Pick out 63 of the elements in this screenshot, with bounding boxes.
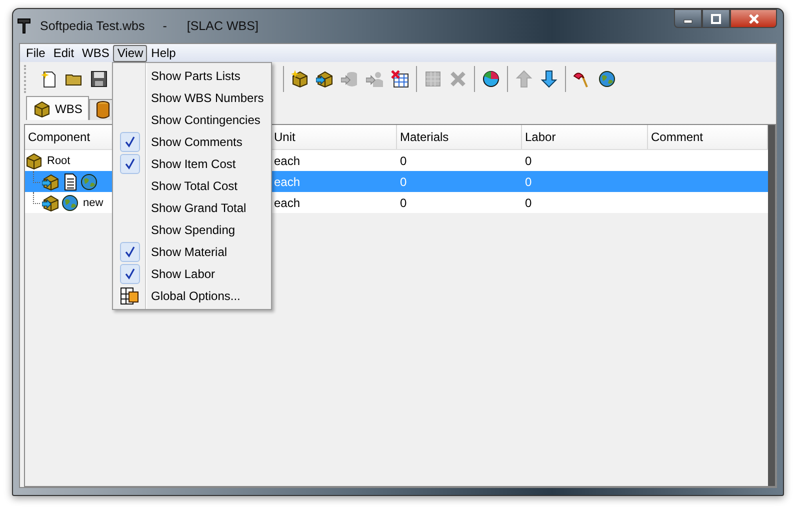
table-cell-text: 0 <box>524 194 533 212</box>
pie-chart-icon <box>482 70 500 88</box>
maximize-button[interactable] <box>702 9 730 28</box>
maximize-icon <box>710 14 722 24</box>
menu-option[interactable]: Global Options... <box>113 285 271 307</box>
title-separator: - <box>162 19 167 33</box>
table-cell-text: 0 <box>524 152 533 170</box>
tab[interactable]: WBS <box>26 96 90 120</box>
window-title: Softpedia Test.wbs <box>40 19 145 33</box>
tree-label: new <box>83 196 104 208</box>
box-icon <box>33 100 51 118</box>
table-cell-text: each <box>273 174 302 190</box>
check-mark <box>120 264 140 284</box>
box-arrow-icon <box>42 194 60 212</box>
menu-item[interactable]: WBS <box>78 44 114 62</box>
menu-option[interactable]: Show Contingencies <box>113 109 271 131</box>
up-arrow-icon <box>515 70 533 88</box>
person-arrow-icon <box>366 70 384 88</box>
table-cell-text: 0 <box>524 174 533 190</box>
scrollbar[interactable] <box>768 125 775 486</box>
flag-icon <box>573 70 591 88</box>
down-arrow-icon <box>540 70 558 88</box>
save-icon <box>90 70 108 88</box>
menu-item[interactable]: View <box>113 44 148 62</box>
new-document-icon <box>40 70 58 88</box>
box-arrow-icon <box>316 70 334 88</box>
globe-icon <box>80 172 98 190</box>
hammer-icon <box>17 18 31 34</box>
menu-option[interactable]: Show Spending <box>113 219 271 241</box>
tree-label: Root <box>47 154 70 166</box>
check-mark <box>120 242 140 262</box>
globe-icon <box>598 70 616 88</box>
column-header[interactable]: Materials <box>397 125 522 149</box>
window-subtitle: [SLAC WBS] <box>186 19 258 33</box>
close-button[interactable] <box>730 9 777 28</box>
minimize-button[interactable] <box>674 9 702 28</box>
grid-icon <box>424 70 442 88</box>
delete-icon <box>449 70 467 88</box>
table-cell-text: 0 <box>399 174 408 190</box>
table-cell-text: 0 <box>399 194 408 212</box>
table-cell-text: 0 <box>399 152 408 170</box>
check-mark <box>120 132 140 152</box>
column-header[interactable]: Labor <box>522 125 648 149</box>
menu-option[interactable]: Show Labor <box>113 263 271 285</box>
box-icon <box>291 70 309 88</box>
close-icon <box>746 14 760 24</box>
menu-item[interactable]: Help <box>147 44 180 62</box>
box-icon <box>25 152 43 170</box>
cylinder-arrow-icon <box>341 70 359 88</box>
cylinder-icon <box>96 101 110 119</box>
check-mark <box>120 154 140 174</box>
table-cell-text: each <box>273 152 302 170</box>
options-icon <box>120 286 140 306</box>
globe-icon <box>61 194 79 212</box>
menu-option[interactable]: Show Material <box>113 241 271 263</box>
menu-item[interactable]: Edit <box>49 44 78 62</box>
menu-option[interactable]: Show Parts Lists <box>113 65 271 87</box>
menu-option[interactable]: Show Comments <box>113 131 271 153</box>
table-cell-text: each <box>273 194 302 212</box>
menu-option[interactable]: Show WBS Numbers <box>113 87 271 109</box>
grid-x-icon <box>391 70 409 88</box>
box-arrow-icon <box>42 172 60 190</box>
menu-item[interactable]: File <box>22 44 50 62</box>
